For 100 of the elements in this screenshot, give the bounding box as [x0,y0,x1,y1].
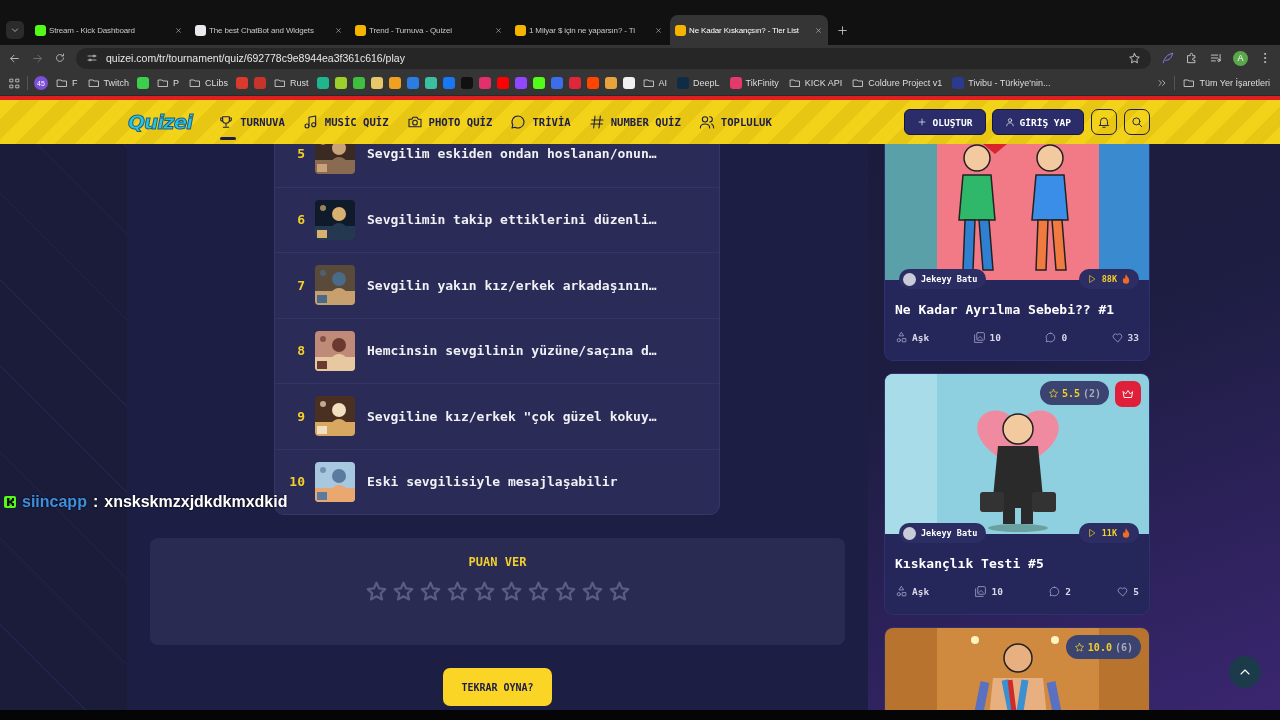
browser-tab[interactable]: Ne Kadar Kıskançsın? - Tier List [670,15,828,45]
empty-star-icon[interactable] [419,581,441,602]
bookmark-site-icon[interactable] [370,77,383,89]
fire-icon [1122,274,1130,284]
chat-message: xnskskmzxjdkdkmxdkid [104,493,288,511]
bookmark-folder[interactable]: F [54,75,80,91]
fire-icon [1122,528,1130,538]
bookmark-link[interactable]: TikFinity [727,75,781,91]
plays-chip: 88K [1078,269,1139,289]
close-icon[interactable] [334,25,343,35]
bookmark-folder[interactable]: Rust [272,75,311,91]
item-title: Sevgilimin takip ettiklerini düzenli… [367,212,657,228]
bookmark-link[interactable]: Tivibu - Türkiye'nin... [950,75,1053,91]
create-button[interactable]: OLUŞTUR [904,109,986,135]
bookmark-site-icon[interactable] [424,77,437,89]
close-icon[interactable] [174,25,183,35]
browser-tab[interactable]: 1 Milyar $ için ne yaparsın? - Ti [510,15,668,45]
empty-star-icon[interactable] [392,581,414,602]
bookmark-folder[interactable]: KICK API [786,75,845,91]
bookmark-site-icon[interactable] [352,77,365,89]
user-icon [1004,117,1015,127]
browser-tab[interactable]: Trend - Turnuva - Quizei [350,15,508,45]
quiz-title[interactable]: Kıskançlık Testi #5 [895,556,1139,571]
bookmark-site-icon[interactable] [316,77,329,89]
login-button[interactable]: GİRİŞ YAP [991,109,1084,135]
rank-number: 6 [296,212,306,228]
bookmark-folder[interactable]: P [155,75,182,91]
new-tab-icon[interactable] [836,24,849,37]
nav-tab[interactable]: TRİVİA [510,107,571,137]
search-button[interactable] [1124,109,1150,135]
chat-bubble-icon [510,114,527,130]
bookmark-folder[interactable]: Coldure Project v1 [850,75,945,91]
empty-star-icon[interactable] [500,581,522,602]
author-chip[interactable]: Jekeyy Batu [899,269,987,289]
nav-tab[interactable]: MUSİC QUİZ [302,107,389,137]
quiz-card[interactable]: Jekeyy Batu 88K Ne Kadar Ayrılma Sebebi?? #1 Aşk 10 0 33 [884,144,1150,361]
close-icon[interactable] [654,25,663,35]
empty-star-icon[interactable] [473,581,495,602]
crown-icon [1121,387,1135,401]
comment-count: 2 [1048,585,1071,598]
play-again-button[interactable]: TEKRAR OYNA? [443,668,552,706]
close-icon[interactable] [494,25,503,35]
bookmark-site-icon[interactable] [604,77,617,89]
folder-icon [1183,77,1196,89]
folder-icon [642,77,655,89]
bookmark-folder[interactable]: AI [640,75,670,91]
nav-tab[interactable]: TURNUVA [218,107,285,137]
empty-star-icon[interactable] [554,581,576,602]
plays-chip: 11K [1078,523,1139,543]
site-settings-icon[interactable] [86,52,98,64]
bookmark-site-icon[interactable] [532,77,545,89]
close-icon[interactable] [814,25,823,35]
empty-star-icon[interactable] [365,581,387,602]
browser-tab[interactable]: The best ChatBot and Widgets [190,15,348,45]
bookmark-folder[interactable]: Twitch [85,75,131,91]
bookmark-site-icon[interactable] [388,77,401,89]
author-chip[interactable]: Jekeyy Batu [899,523,987,543]
media-list-icon[interactable] [1209,51,1223,65]
quiz-card[interactable]: 5.5 (2) Jekeyy Batu 11K Kıskançlık Testi #5 Aşk 10 2 5 [884,373,1150,615]
all-bookmarks-folder[interactable]: Tüm Yer İşaretleri [1181,75,1272,91]
shapes-icon [895,585,908,598]
address-bar[interactable]: quizei.com/tr/tournament/quiz/692778c9e8944ea3f361c616/play [76,47,1151,69]
play-icon [1086,274,1097,284]
empty-star-icon[interactable] [446,581,468,602]
feather-icon[interactable] [1161,51,1175,65]
nav-tab[interactable]: PHOTO QUİZ [406,107,493,137]
empty-star-icon[interactable] [608,581,630,602]
tab-search-button[interactable] [6,21,24,39]
reload-icon[interactable] [54,52,66,64]
empty-star-icon[interactable] [581,581,603,602]
bookmark-star-icon[interactable] [1128,51,1141,65]
images-icon [972,331,986,344]
chat-username: siincapp [22,493,87,511]
item-title: Sevgiline kız/erkek "çok güzel kokuy… [367,408,657,424]
bookmark-link[interactable]: DeepL [675,75,722,91]
image-count: 10 [974,585,1003,598]
nav-tab[interactable]: TOPLULUK [698,107,772,137]
quiz-title[interactable]: Ne Kadar Ayrılma Sebebi?? #1 [895,302,1139,317]
people-icon [698,114,715,130]
bookmark-site-icon[interactable] [622,77,635,89]
heart-icon [1110,331,1124,344]
category-label: Aşk [895,585,930,598]
notifications-button[interactable] [1091,109,1117,135]
like-count: 5 [1116,585,1139,598]
rank-number: 7 [296,277,306,293]
rating-badge: 10.0 (6) [1065,635,1141,659]
empty-star-icon[interactable] [527,581,549,602]
bell-icon [1097,115,1111,129]
bookmark-site-icon[interactable] [137,77,149,89]
quiz-card[interactable]: 10.0 (6) [884,627,1150,710]
folder-icon [157,77,169,89]
item-title: Hemcinsin sevgilinin yüzüne/saçına d… [367,343,657,359]
bookmark-folder[interactable]: CLibs [187,75,231,91]
browser-tab[interactable]: Stream - Kick Dashboard [30,15,188,45]
nav-tab[interactable]: NUMBER QUİZ [588,107,681,137]
comment-icon [1048,585,1062,598]
extensions-icon[interactable] [1185,51,1199,65]
apps-grid-icon[interactable] [8,76,21,90]
rank-number: 10 [288,474,306,490]
bookmark-site-icon[interactable] [334,77,347,89]
